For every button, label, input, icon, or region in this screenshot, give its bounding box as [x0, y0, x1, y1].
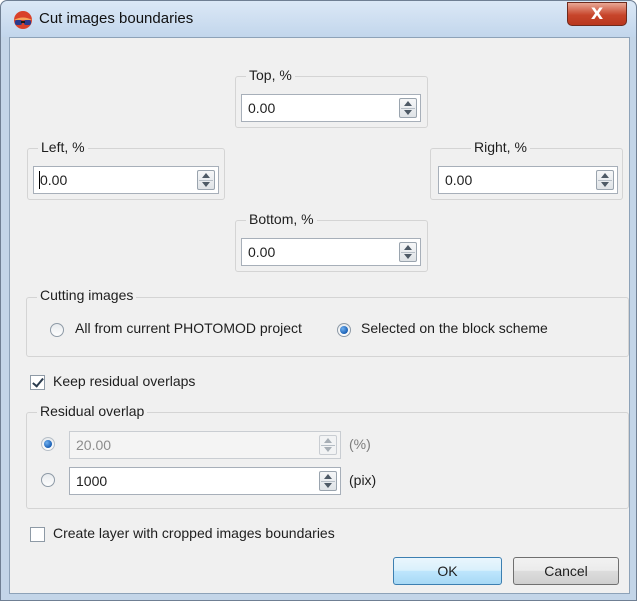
- residual-overlap-group: Residual overlap 20.00 (%) 1000 (pix): [26, 403, 629, 509]
- window-title: Cut images boundaries: [39, 10, 194, 27]
- top-margin-value: 0.00: [248, 100, 276, 116]
- right-margin-group: Right, % 0.00: [430, 139, 623, 200]
- selected-block-scheme-radio[interactable]: [337, 323, 351, 337]
- create-layer-checkbox[interactable]: [30, 527, 45, 542]
- left-margin-group: Left, % 0.00: [27, 139, 225, 200]
- stereo-glasses-icon: [14, 11, 32, 29]
- dialog-body: Top, % 0.00 Left, % 0.00 Right, % 0.00 B…: [9, 37, 630, 594]
- percent-spinbox[interactable]: 20.00: [69, 431, 341, 459]
- keep-residual-overlaps-label[interactable]: Keep residual overlaps: [53, 373, 195, 389]
- keep-residual-overlaps-checkbox[interactable]: [30, 375, 45, 390]
- pixels-radio[interactable]: [41, 473, 55, 487]
- top-margin-spin-arrows[interactable]: [399, 98, 417, 118]
- bottom-margin-spinbox[interactable]: 0.00: [241, 238, 421, 266]
- right-margin-label: Right, %: [471, 139, 530, 155]
- dialog-window: Cut images boundaries X Top, % 0.00 Left…: [0, 0, 637, 601]
- bottom-margin-value: 0.00: [248, 244, 276, 260]
- left-margin-spinbox[interactable]: 0.00: [33, 166, 219, 194]
- top-margin-spinbox[interactable]: 0.00: [241, 94, 421, 122]
- ok-button[interactable]: OK: [393, 557, 502, 585]
- pixels-spin-arrows[interactable]: [319, 471, 337, 491]
- bottom-margin-group: Bottom, % 0.00: [235, 211, 428, 272]
- right-margin-spin-arrows[interactable]: [596, 170, 614, 190]
- pixels-unit-label: (pix): [349, 472, 377, 488]
- top-margin-label: Top, %: [246, 67, 295, 83]
- left-margin-value: 0.00: [40, 172, 68, 188]
- percent-spin-arrows[interactable]: [319, 435, 337, 455]
- residual-overlap-label: Residual overlap: [37, 403, 148, 419]
- bottom-margin-label: Bottom, %: [246, 211, 317, 227]
- close-button[interactable]: X: [567, 2, 627, 26]
- percent-unit-label: (%): [349, 436, 371, 452]
- right-margin-value: 0.00: [445, 172, 473, 188]
- text-cursor: [39, 171, 40, 189]
- percent-value: 20.00: [76, 437, 112, 453]
- cancel-button[interactable]: Cancel: [513, 557, 619, 585]
- left-margin-spin-arrows[interactable]: [197, 170, 215, 190]
- right-margin-spinbox[interactable]: 0.00: [438, 166, 618, 194]
- percent-radio[interactable]: [41, 437, 55, 451]
- title-bar[interactable]: Cut images boundaries X: [1, 1, 636, 37]
- left-margin-label: Left, %: [38, 139, 88, 155]
- cutting-images-label: Cutting images: [37, 287, 137, 303]
- all-project-label[interactable]: All from current PHOTOMOD project: [75, 320, 302, 336]
- all-project-radio[interactable]: [50, 323, 64, 337]
- bottom-margin-spin-arrows[interactable]: [399, 242, 417, 262]
- cutting-images-group: Cutting images All from current PHOTOMOD…: [26, 287, 629, 357]
- pixels-spinbox[interactable]: 1000: [69, 467, 341, 495]
- create-layer-label[interactable]: Create layer with cropped images boundar…: [53, 525, 335, 541]
- selected-block-scheme-label[interactable]: Selected on the block scheme: [361, 320, 548, 336]
- top-margin-group: Top, % 0.00: [235, 67, 428, 128]
- pixels-value: 1000: [76, 473, 108, 489]
